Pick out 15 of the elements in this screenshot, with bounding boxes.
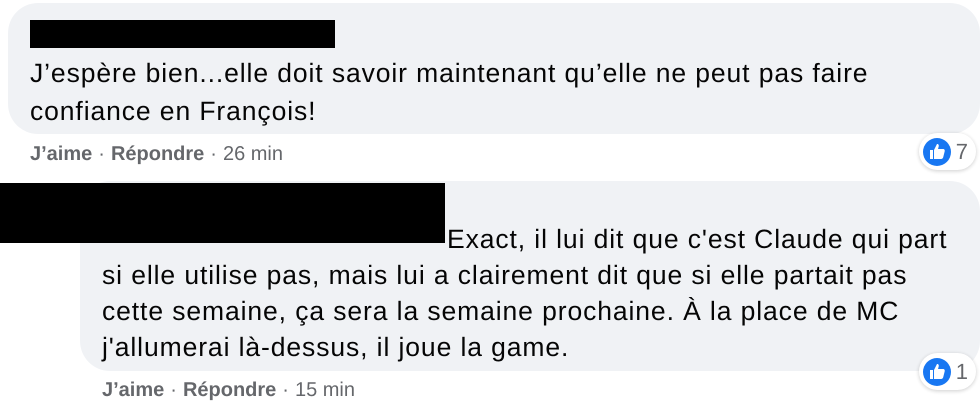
reaction-count[interactable]: 1 — [918, 353, 976, 390]
reply-link[interactable]: Répondre — [110, 139, 204, 169]
like-link[interactable]: J’aime — [30, 139, 92, 169]
separator-dot: · — [282, 378, 289, 403]
reaction-count[interactable]: 7 — [918, 133, 976, 170]
comment-time: 26 min — [222, 142, 283, 167]
reply-link[interactable]: Répondre — [182, 375, 276, 405]
comment-time: 15 min — [294, 378, 355, 403]
like-link[interactable]: J’aime — [102, 375, 164, 405]
separator-dot: · — [170, 378, 177, 403]
comment-text: J’espère bien...elle doit savoir maintenant qu’elle ne peut pas faire confiance en François! — [30, 57, 870, 128]
thumbs-up-icon — [922, 136, 952, 166]
separator-dot: · — [98, 142, 105, 167]
thumbs-up-icon — [922, 356, 952, 386]
separator-dot: · — [210, 142, 217, 167]
